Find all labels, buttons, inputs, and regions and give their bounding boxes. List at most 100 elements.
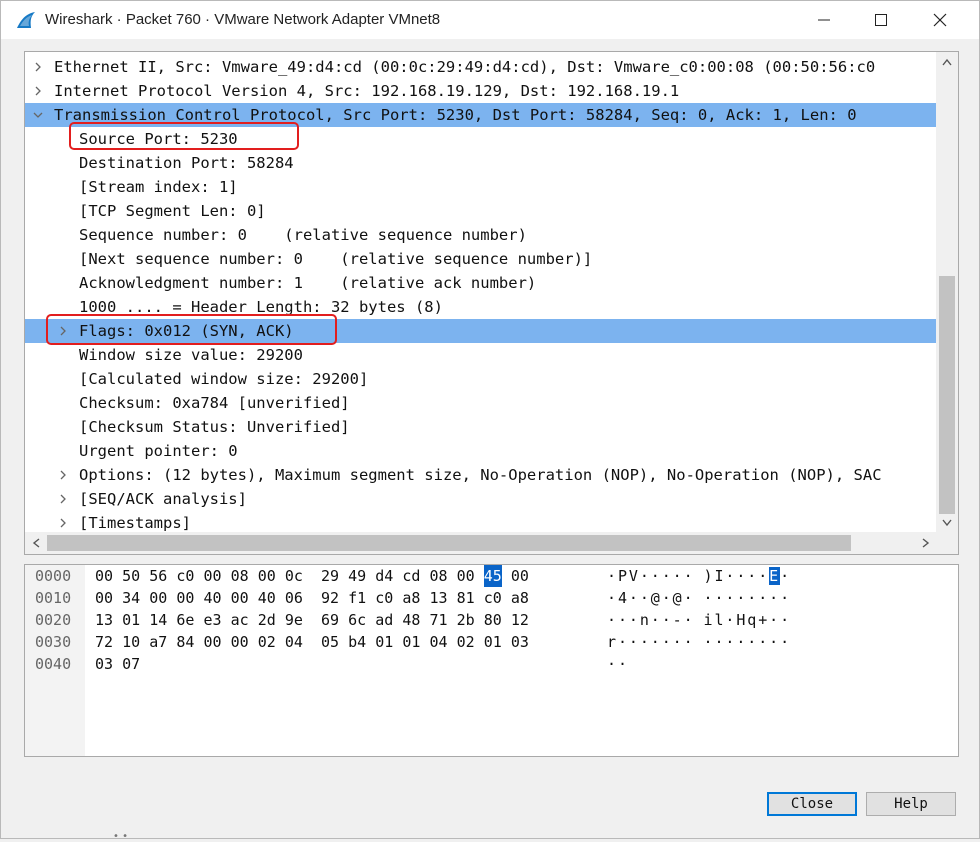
hex-byte[interactable]: a8 — [402, 587, 420, 609]
hex-byte[interactable]: 00 — [511, 565, 529, 587]
tree-row[interactable]: Ethernet II, Src: Vmware_49:d4:cd (00:0c… — [25, 55, 937, 79]
hex-byte[interactable]: 00 — [203, 631, 221, 653]
hex-byte[interactable]: 00 — [95, 565, 113, 587]
hex-byte[interactable]: 00 — [149, 587, 167, 609]
tree-row[interactable]: Sequence number: 0 (relative sequence nu… — [25, 223, 937, 247]
hex-byte[interactable]: 04 — [429, 631, 447, 653]
hex-byte[interactable]: ac — [231, 609, 249, 631]
hex-byte[interactable]: 05 — [321, 631, 339, 653]
collapsed-arrow-icon[interactable] — [33, 62, 43, 72]
hex-byte[interactable]: 03 — [511, 631, 529, 653]
hex-byte[interactable]: 00 — [176, 587, 194, 609]
tree-row[interactable]: [Checksum Status: Unverified] — [25, 415, 937, 439]
collapsed-arrow-icon[interactable] — [58, 470, 68, 480]
hex-ascii[interactable]: ·· — [607, 653, 629, 675]
scroll-left-icon[interactable] — [32, 538, 40, 548]
hex-byte[interactable]: 01 — [402, 631, 420, 653]
vertical-scroll-thumb[interactable] — [939, 276, 955, 514]
hex-byte[interactable]: 13 — [95, 609, 113, 631]
hex-byte[interactable]: 01 — [375, 631, 393, 653]
hex-byte[interactable]: cd — [402, 565, 420, 587]
horizontal-scrollbar[interactable] — [25, 532, 937, 554]
tree-row[interactable]: Window size value: 29200 — [25, 343, 937, 367]
hex-byte[interactable]: 92 — [321, 587, 339, 609]
hex-ascii[interactable]: ·PV·····)I····E· — [607, 565, 791, 587]
hex-byte[interactable]: 56 — [149, 565, 167, 587]
minimize-button[interactable] — [797, 1, 853, 39]
hex-byte[interactable]: c0 — [176, 565, 194, 587]
help-button[interactable]: Help — [866, 792, 956, 816]
hex-byte[interactable]: 00 — [203, 565, 221, 587]
collapsed-arrow-icon[interactable] — [58, 518, 68, 528]
hex-byte[interactable]: 2d — [258, 609, 276, 631]
hex-ascii[interactable]: r······· ········ — [607, 631, 791, 653]
title-bar[interactable]: Wireshark · Packet 760 · VMware Network … — [1, 1, 979, 39]
hex-byte[interactable]: 08 — [429, 565, 447, 587]
hex-byte[interactable]: 06 — [285, 587, 303, 609]
hex-byte[interactable]: 80 — [484, 609, 502, 631]
hex-byte[interactable]: 71 — [429, 609, 447, 631]
horizontal-scroll-thumb[interactable] — [47, 535, 851, 551]
tree-row[interactable]: [TCP Segment Len: 0] — [25, 199, 937, 223]
hex-byte[interactable]: 13 — [429, 587, 447, 609]
tree-row[interactable]: [Next sequence number: 0 (relative seque… — [25, 247, 937, 271]
tree-row[interactable]: Destination Port: 58284 — [25, 151, 937, 175]
tree-row[interactable]: Internet Protocol Version 4, Src: 192.16… — [25, 79, 937, 103]
packet-bytes-pane[interactable]: 0000 00 50 56 c0 00 08 00 0c 29 49 d4 cd 08 00 45 00 ·PV·… — [24, 564, 959, 757]
hex-byte[interactable]: 34 — [122, 587, 140, 609]
hex-byte[interactable]: 14 — [149, 609, 167, 631]
tree-row[interactable]: [SEQ/ACK analysis] — [25, 487, 937, 511]
hex-byte[interactable]: a7 — [149, 631, 167, 653]
hex-byte[interactable]: ad — [375, 609, 393, 631]
hex-byte[interactable]: 49 — [348, 565, 366, 587]
hex-byte[interactable]: 2b — [457, 609, 475, 631]
scroll-up-icon[interactable] — [942, 58, 952, 66]
expanded-arrow-icon[interactable] — [33, 110, 43, 120]
tree-row[interactable]: Options: (12 bytes), Maximum segment siz… — [25, 463, 937, 487]
maximize-button[interactable] — [854, 1, 910, 39]
hex-byte[interactable]: 01 — [484, 631, 502, 653]
scroll-down-icon[interactable] — [942, 519, 952, 527]
hex-byte[interactable]: 40 — [203, 587, 221, 609]
hex-byte[interactable]: 08 — [231, 565, 249, 587]
hex-byte[interactable]: 0c — [285, 565, 303, 587]
collapsed-arrow-icon[interactable] — [58, 494, 68, 504]
hex-byte[interactable]: c0 — [375, 587, 393, 609]
tree-row[interactable]: Checksum: 0xa784 [unverified] — [25, 391, 937, 415]
hex-byte[interactable]: c0 — [484, 587, 502, 609]
hex-byte[interactable]: f1 — [348, 587, 366, 609]
hex-byte[interactable]: 00 — [231, 631, 249, 653]
hex-byte[interactable]: 00 — [457, 565, 475, 587]
hex-byte[interactable]: 29 — [321, 565, 339, 587]
tree-row[interactable]: [Calculated window size: 29200] — [25, 367, 937, 391]
hex-byte[interactable]: 6e — [176, 609, 194, 631]
hex-byte[interactable]: 6c — [348, 609, 366, 631]
collapsed-arrow-icon[interactable] — [33, 86, 43, 96]
hex-byte[interactable]: 50 — [122, 565, 140, 587]
hex-ascii[interactable]: ···n··-· il·Hq+·· — [607, 609, 791, 631]
hex-byte[interactable]: 03 — [95, 653, 113, 675]
close-button[interactable]: Close — [767, 792, 857, 816]
hex-byte[interactable]: a8 — [511, 587, 529, 609]
hex-byte[interactable]: d4 — [375, 565, 393, 587]
tree-row[interactable]: Acknowledgment number: 1 (relative ack n… — [25, 271, 937, 295]
hex-byte[interactable]: 01 — [122, 609, 140, 631]
hex-byte[interactable]: 02 — [258, 631, 276, 653]
hex-byte[interactable]: 00 — [95, 587, 113, 609]
hex-byte[interactable]: 00 — [258, 565, 276, 587]
hex-byte[interactable]: 84 — [176, 631, 194, 653]
hex-byte[interactable]: 81 — [457, 587, 475, 609]
hex-byte[interactable]: 45 — [483, 565, 502, 587]
hex-byte[interactable]: 07 — [122, 653, 140, 675]
hex-byte[interactable]: 40 — [258, 587, 276, 609]
hex-ascii[interactable]: ·4··@·@· ········ — [607, 587, 791, 609]
hex-byte[interactable]: 00 — [231, 587, 249, 609]
hex-byte[interactable]: 48 — [402, 609, 420, 631]
hex-byte[interactable]: 69 — [321, 609, 339, 631]
hex-byte[interactable]: 72 — [95, 631, 113, 653]
hex-byte[interactable]: 9e — [285, 609, 303, 631]
hex-byte[interactable]: 04 — [285, 631, 303, 653]
hex-byte[interactable]: b4 — [348, 631, 366, 653]
tree-row[interactable]: Urgent pointer: 0 — [25, 439, 937, 463]
vertical-scrollbar[interactable] — [936, 52, 958, 534]
